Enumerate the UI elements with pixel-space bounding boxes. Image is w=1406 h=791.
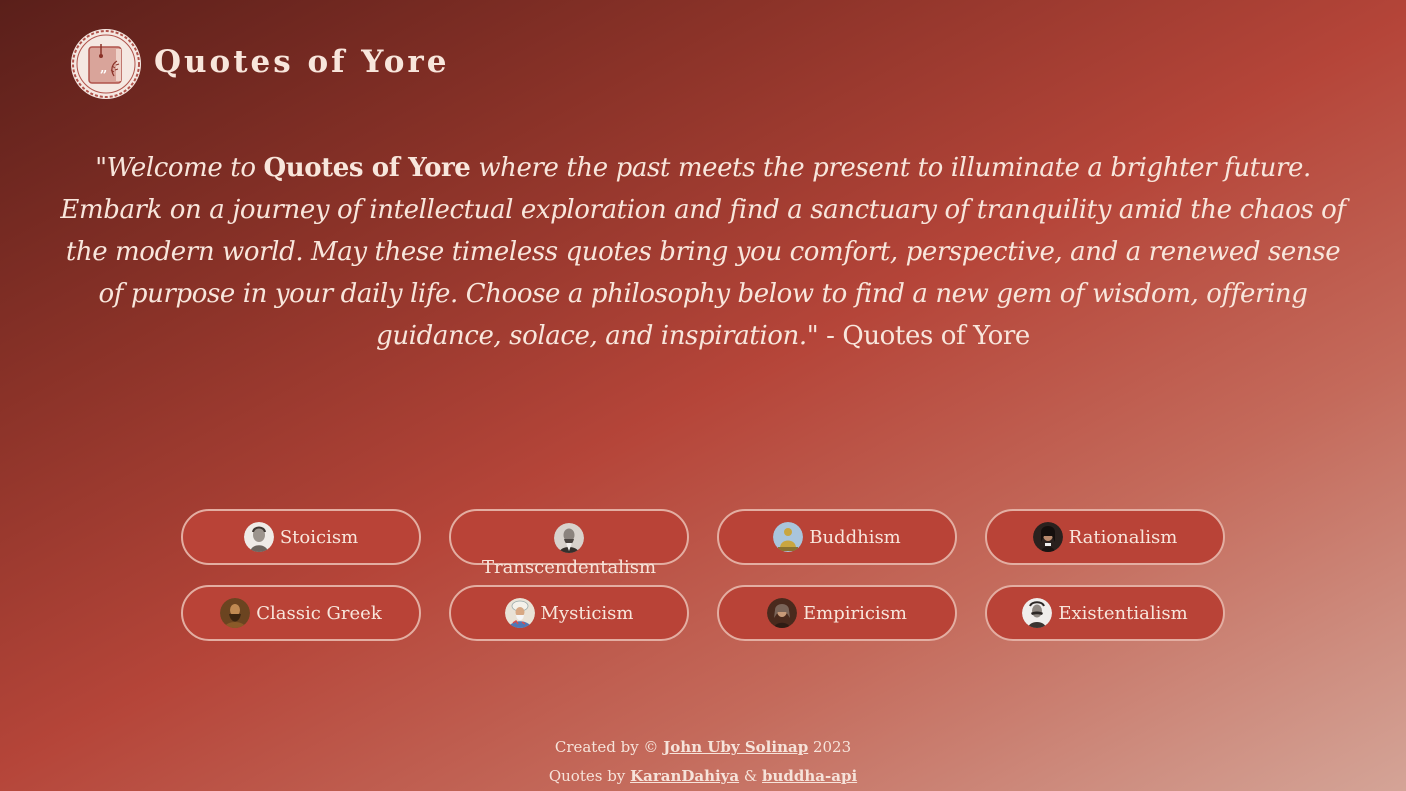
welcome-quote-attribution: - Quotes of Yore (818, 321, 1030, 351)
footer-ampersand: & (739, 767, 763, 785)
transcendentalist-portrait-icon (554, 523, 584, 553)
quote-book-medallion-icon[interactable]: „ (70, 28, 142, 100)
philosophy-button-rationalism[interactable]: Rationalism (985, 509, 1225, 565)
footer-year: 2023 (808, 738, 852, 756)
philosophy-button-classic-greek[interactable]: Classic Greek (181, 585, 421, 641)
philosophy-button-transcendentalism[interactable]: Transcendentalism (449, 509, 689, 578)
philosophy-label: Classic Greek (256, 602, 382, 624)
philosophy-label: Mysticism (540, 602, 634, 624)
philosophy-button-grid: Stoicism Transcendentalism Buddhism Rati… (181, 509, 1225, 641)
mystic-portrait-icon (504, 598, 535, 628)
philosophy-button-empiricism[interactable]: Empiricism (717, 585, 957, 641)
stoic-portrait-icon (243, 522, 274, 552)
philosophy-button-existentialism[interactable]: Existentialism (985, 585, 1225, 641)
empiricist-portrait-icon (767, 598, 797, 628)
philosophy-label: Stoicism (279, 526, 359, 548)
existentialist-portrait-icon (1022, 598, 1053, 628)
footer-credit-line: Created by © John Uby Solinap 2023 (0, 733, 1406, 762)
source-link-buddha-api[interactable]: buddha-api (762, 767, 857, 785)
rationalist-portrait-icon (1032, 522, 1063, 552)
site-footer: Created by © John Uby Solinap 2023 Quote… (0, 733, 1406, 791)
site-title[interactable]: Quotes of Yore (154, 44, 449, 80)
philosophy-button-mysticism[interactable]: Mysticism (449, 585, 689, 641)
greek-philosopher-icon (220, 598, 251, 628)
welcome-quote-open: "Welcome to (95, 153, 264, 183)
footer-quotes-prefix: Quotes by (548, 767, 631, 785)
welcome-quote: "Welcome to Quotes of Yore where the pas… (60, 147, 1346, 357)
philosophy-label: Transcendentalism (481, 557, 657, 578)
source-link-karandahiya[interactable]: KaranDahiya (630, 767, 739, 785)
footer-created-prefix: Created by © (554, 738, 664, 756)
footer-sources-line: Quotes by KaranDahiya & buddha-api (0, 762, 1406, 791)
svg-text:„: „ (100, 61, 107, 76)
philosophy-label: Rationalism (1068, 526, 1178, 548)
author-link[interactable]: John Uby Solinap (663, 738, 808, 756)
philosophy-button-buddhism[interactable]: Buddhism (717, 509, 957, 565)
site-header: „ Quotes of Yore (70, 28, 449, 100)
philosophy-label: Empiricism (803, 602, 907, 624)
welcome-quote-brand: Quotes of Yore (263, 153, 471, 183)
buddha-statue-icon (773, 522, 804, 552)
philosophy-label: Existentialism (1058, 602, 1188, 624)
philosophy-label: Buddhism (809, 526, 901, 548)
philosophy-button-stoicism[interactable]: Stoicism (181, 509, 421, 565)
